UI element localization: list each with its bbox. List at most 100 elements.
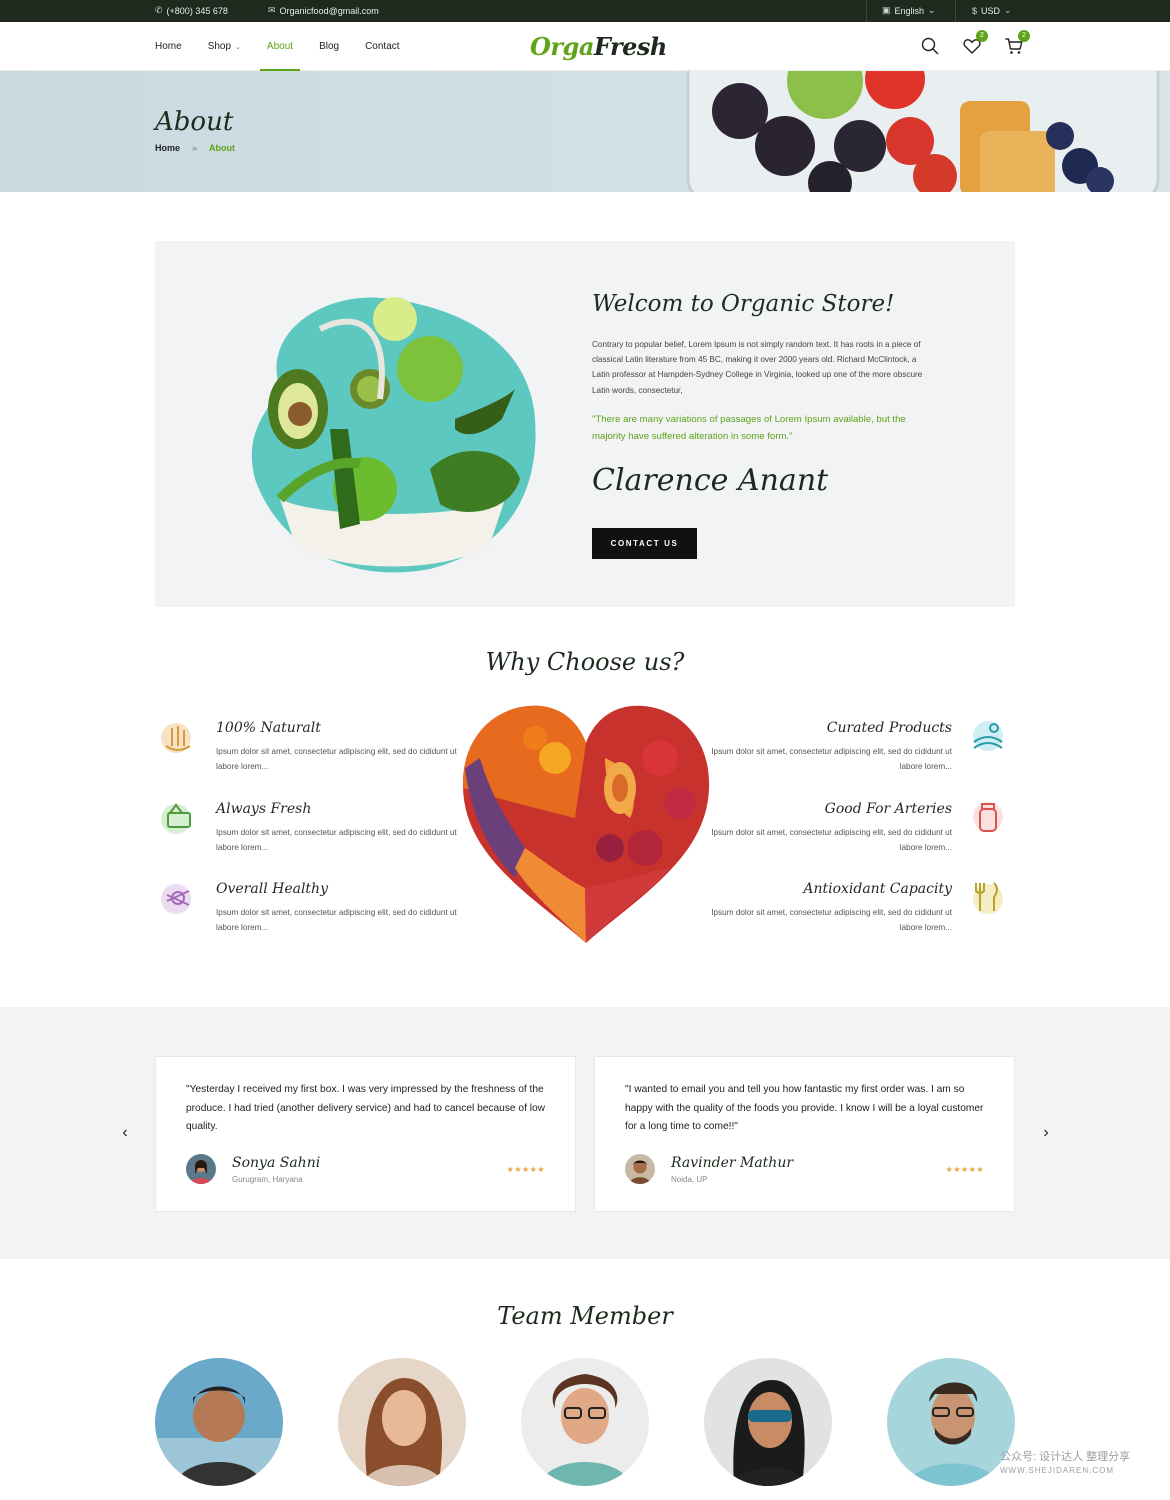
phone-contact[interactable]: ✆ (+800) 345 678 xyxy=(155,5,228,16)
breadcrumb-separator: » xyxy=(192,143,198,153)
fruit-bowl-image xyxy=(686,71,1160,192)
logo-part-fresh: Fresh xyxy=(593,32,668,61)
email-contact[interactable]: ✉ Organicfood@gmail.com xyxy=(268,5,379,16)
team-member-photo[interactable] xyxy=(521,1358,649,1486)
feature-desc: Ipsum dolor sit amet, consectetur adipis… xyxy=(711,908,952,932)
chevron-down-icon: ⌄ xyxy=(1004,5,1012,15)
wheat-hand-icon xyxy=(158,716,198,756)
feature-desc: Ipsum dolor sit amet, consectetur adipis… xyxy=(216,747,457,771)
feature-fresh: Always Fresh Ipsum dolor sit amet, conse… xyxy=(216,801,466,855)
nav-about[interactable]: About xyxy=(259,22,301,71)
header-icons: 2 2 xyxy=(920,30,1030,56)
phone-icon: ✆ xyxy=(155,5,163,15)
testimonial-card: "Yesterday I received my first box. I wa… xyxy=(155,1056,576,1212)
feature-desc: Ipsum dolor sit amet, consectetur adipis… xyxy=(711,747,952,771)
dollar-icon: $ xyxy=(972,5,978,16)
testimonial-location: Gurugram, Haryana xyxy=(232,1175,303,1184)
feature-curated: Curated Products Ipsum dolor sit amet, c… xyxy=(702,720,952,774)
chevron-down-icon: ⌄ xyxy=(235,43,241,51)
currency-label: USD xyxy=(981,5,1001,16)
field-icon xyxy=(968,716,1008,756)
main-header: Home Shop ⌄ About Blog Contact OrgaFresh … xyxy=(0,22,1170,71)
nav-shop[interactable]: Shop ⌄ xyxy=(208,22,241,71)
nav-contact[interactable]: Contact xyxy=(365,22,399,71)
feature-antioxidant: Antioxidant Capacity Ipsum dolor sit ame… xyxy=(702,881,952,935)
avatar xyxy=(186,1154,216,1184)
jar-icon xyxy=(968,797,1008,837)
why-choose-title: Why Choose us? xyxy=(485,648,685,676)
logo-part-orga: Orga xyxy=(530,32,594,61)
feature-title: Antioxidant Capacity xyxy=(803,881,952,897)
mail-icon: ✉ xyxy=(268,5,276,15)
feature-title: Always Fresh xyxy=(216,801,312,817)
testimonial-quote: "I wanted to email you and tell you how … xyxy=(625,1084,984,1132)
team-member-photo[interactable] xyxy=(887,1358,1015,1486)
wishlist-count-badge: 2 xyxy=(976,30,988,42)
language-selector[interactable]: ▣ English ⌄ xyxy=(882,5,936,16)
nav-label: Blog xyxy=(319,41,340,52)
carousel-next-arrow[interactable]: › xyxy=(1036,1124,1056,1142)
feature-title: Good For Arteries xyxy=(824,801,952,817)
about-title: Welcom to Organic Store! xyxy=(592,291,895,317)
watermark-line2: WWW.SHEJIDAREN.COM xyxy=(1000,1466,1114,1475)
watermark-line1: 公众号: 设计达人 整理分享 xyxy=(1000,1451,1131,1463)
phone-number: (+800) 345 678 xyxy=(166,5,228,16)
team-member-photo[interactable] xyxy=(155,1358,283,1486)
translate-icon: ▣ xyxy=(882,5,891,15)
chevron-down-icon: ⌄ xyxy=(928,5,936,15)
team-title: Team Member xyxy=(497,1302,673,1330)
cutlery-icon xyxy=(968,877,1008,917)
language-label: English xyxy=(894,5,925,16)
about-quote: "There are many variations of passages o… xyxy=(592,414,906,442)
divider xyxy=(866,0,867,22)
star-rating: ★★★★★ xyxy=(945,1165,984,1174)
currency-selector[interactable]: $ USD ⌄ xyxy=(972,5,1012,16)
feature-title: Overall Healthy xyxy=(216,881,328,897)
breadcrumb-current: About xyxy=(209,143,236,153)
nav-label: Home xyxy=(155,41,182,52)
testimonial-location: Noida, UP xyxy=(671,1175,708,1184)
search-icon[interactable] xyxy=(920,36,940,56)
watermark: 公众号: 设计达人 整理分享 WWW.SHEJIDAREN.COM xyxy=(1000,1450,1130,1478)
testimonial-author: Sonya Sahni xyxy=(232,1155,321,1171)
feature-desc: Ipsum dolor sit amet, consectetur adipis… xyxy=(216,828,457,852)
feature-arteries: Good For Arteries Ipsum dolor sit amet, … xyxy=(702,801,952,855)
divider xyxy=(955,0,956,22)
wishlist-heart-icon[interactable]: 2 xyxy=(962,30,988,56)
testimonial-author: Ravinder Mathur xyxy=(671,1155,794,1171)
nav-label: About xyxy=(266,41,294,52)
healthy-food-icon xyxy=(158,877,198,917)
vegetable-bag-image xyxy=(251,297,536,573)
breadcrumb-home[interactable]: Home xyxy=(155,143,180,153)
testimonial-quote: "Yesterday I received my first box. I wa… xyxy=(186,1084,546,1132)
feature-natural: 100% Naturalt Ipsum dolor sit amet, cons… xyxy=(216,720,466,774)
feature-healthy: Overall Healthy Ipsum dolor sit amet, co… xyxy=(216,881,466,935)
feature-desc: Ipsum dolor sit amet, consectetur adipis… xyxy=(711,828,952,852)
carousel-prev-arrow[interactable]: ‹ xyxy=(115,1124,135,1142)
feature-title: Curated Products xyxy=(826,720,952,736)
avatar xyxy=(625,1154,655,1184)
page-hero-banner: About Home » About xyxy=(0,71,1170,192)
star-rating: ★★★★★ xyxy=(506,1165,545,1174)
testimonial-card: "I wanted to email you and tell you how … xyxy=(594,1056,1015,1212)
fresh-basket-icon xyxy=(158,797,198,837)
page-title: About xyxy=(155,107,234,137)
feature-desc: Ipsum dolor sit amet, consectetur adipis… xyxy=(216,908,457,932)
site-logo[interactable]: OrgaFresh xyxy=(530,32,667,61)
nav-blog[interactable]: Blog xyxy=(319,22,339,71)
contact-us-button[interactable]: CONTACT US xyxy=(592,528,697,559)
team-member-photo[interactable] xyxy=(338,1358,466,1486)
nav-label: Contact xyxy=(365,41,400,52)
top-bar: ✆ (+800) 345 678 ✉ Organicfood@gmail.com… xyxy=(0,0,1170,22)
main-nav: Home Shop ⌄ About Blog Contact xyxy=(155,22,400,71)
nav-home[interactable]: Home xyxy=(155,22,182,71)
breadcrumb: Home » About xyxy=(155,143,235,153)
cart-icon[interactable]: 2 xyxy=(1004,30,1030,56)
feature-title: 100% Naturalt xyxy=(216,720,321,736)
team-member-photo[interactable] xyxy=(704,1358,832,1486)
cart-count-badge: 2 xyxy=(1018,30,1030,42)
produce-heart-image xyxy=(462,705,710,943)
nav-label: Shop xyxy=(207,41,232,52)
email-address: Organicfood@gmail.com xyxy=(279,5,379,16)
signature: Clarence Anant xyxy=(592,463,829,498)
